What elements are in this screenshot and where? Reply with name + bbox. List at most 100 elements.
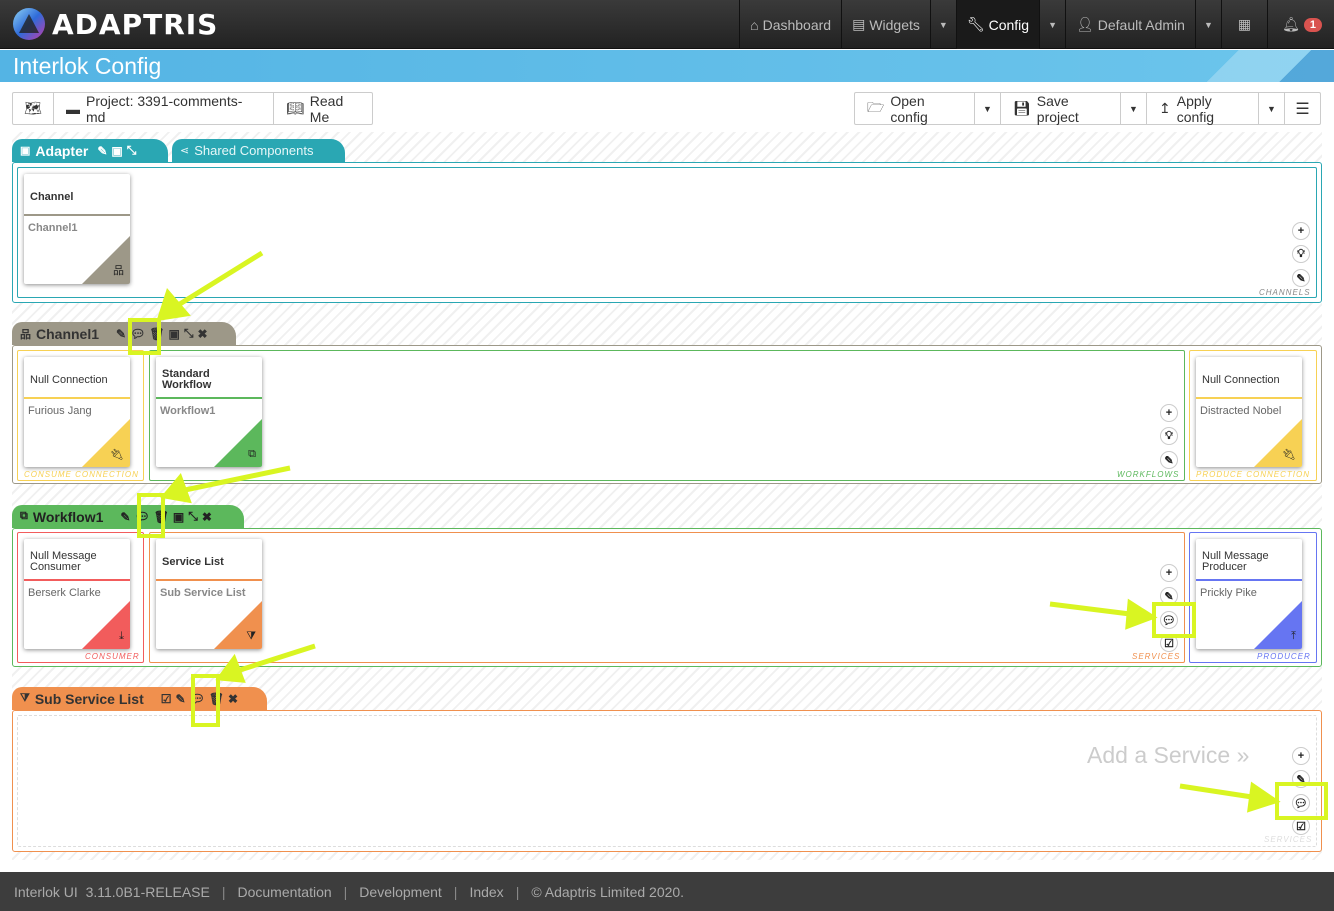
edit-icon[interactable]: ✎ xyxy=(116,327,126,341)
tab-adapter[interactable]: ▣ Adapter ✎ ▣ ⤡ xyxy=(12,139,168,162)
nav-dashboard-label: Dashboard xyxy=(762,16,832,33)
hint-workflow-button[interactable]: 💡︎ xyxy=(1160,427,1178,445)
sitemap-icon: 品 xyxy=(113,265,124,277)
adapter-panel xyxy=(12,162,1322,303)
add-service-button[interactable]: + xyxy=(1160,564,1178,582)
channels-zone xyxy=(17,167,1317,298)
footer-documentation-link[interactable]: Documentation xyxy=(237,884,331,900)
footer-development-link[interactable]: Development xyxy=(359,884,442,900)
close-icon[interactable]: ✖ xyxy=(202,510,212,524)
tab-shared-label: Shared Components xyxy=(194,143,314,158)
subservice-zone xyxy=(17,715,1317,847)
channel-card[interactable]: Channel Channel1 品 xyxy=(24,174,130,284)
nav-widgets[interactable]: ▤ Widgets xyxy=(841,0,930,49)
bell-icon: 🔔︎ xyxy=(1282,16,1300,32)
open-config-button[interactable]: 🗁︎ Open config xyxy=(854,92,975,125)
consume-zone-label: CONSUME CONNECTION xyxy=(24,470,139,479)
workflow-card[interactable]: Standard Workflow Workflow1 ⧉ xyxy=(156,357,262,467)
card-name: Sub Service List xyxy=(160,587,246,599)
consume-connection-card[interactable]: Null Connection Furious Jang 🔌︎ xyxy=(24,357,130,467)
highlight-box xyxy=(128,318,161,355)
plus-icon: + xyxy=(1165,407,1173,419)
add-channel-button[interactable]: + xyxy=(1292,222,1310,240)
image-icon[interactable]: ▣ xyxy=(173,510,184,524)
caret-down-icon: ▼ xyxy=(983,103,992,114)
save-project-dropdown[interactable]: ▼ xyxy=(1120,92,1147,125)
nav-widgets-dropdown[interactable]: ▼ xyxy=(929,0,956,49)
project-button[interactable]: ▬ Project: 3391-comments-md xyxy=(53,92,274,125)
add-workflow-button[interactable]: + xyxy=(1160,404,1178,422)
nav-dashboard[interactable]: ⌂ Dashboard xyxy=(739,0,841,49)
tab-sub-service-list[interactable]: ⧩ Sub Service List ☑ ✎ 💬︎ 🗑︎ ✖ xyxy=(12,687,267,710)
check-icon[interactable]: ☑ xyxy=(161,692,172,706)
highlight-box xyxy=(191,674,220,727)
nav-config[interactable]: 🔧︎ Config xyxy=(955,0,1040,49)
hint-channel-button[interactable]: 💡︎ xyxy=(1292,245,1310,263)
floppy-icon: 💾︎ xyxy=(1013,100,1031,116)
card-title: Null Message Producer xyxy=(1196,539,1302,581)
apply-config-dropdown[interactable]: ▼ xyxy=(1258,92,1285,125)
brand-logo[interactable]: ADAPTRIS xyxy=(12,6,218,42)
nav-user-dropdown[interactable]: ▼ xyxy=(1194,0,1221,49)
lightbulb-icon: 💡︎ xyxy=(1297,247,1305,260)
workflow-icon: ⧉ xyxy=(20,510,28,522)
caret-down-icon: ▼ xyxy=(1129,103,1138,114)
tab-adapter-label: Adapter xyxy=(35,142,89,159)
produce-connection-card[interactable]: Null Connection Distracted Nobel 🔌︎ xyxy=(1196,357,1302,467)
book-icon: 📖︎ xyxy=(286,100,304,116)
close-icon[interactable]: ✖ xyxy=(228,692,238,706)
compress-icon[interactable]: ⤡ xyxy=(184,326,194,341)
footer-separator: | xyxy=(515,883,520,900)
edit-channels-button[interactable]: ✎ xyxy=(1292,269,1310,287)
edit-icon[interactable]: ✎ xyxy=(176,692,186,706)
edit-workflows-button[interactable]: ✎ xyxy=(1160,451,1178,469)
map-button[interactable]: 🗺︎ xyxy=(12,92,54,125)
plug-icon: 🔌︎ xyxy=(110,449,124,461)
subservice-panel xyxy=(12,710,1322,852)
add-subservice-button[interactable]: + xyxy=(1292,747,1310,765)
nav-news[interactable]: ▦ xyxy=(1220,0,1267,49)
service-list-icon: ⧩ xyxy=(246,630,256,642)
image-icon[interactable]: ▣ xyxy=(111,144,122,158)
apply-config-button[interactable]: ↥ Apply config xyxy=(1146,92,1259,125)
open-config-dropdown[interactable]: ▼ xyxy=(974,92,1001,125)
producer-card[interactable]: Null Message Producer Prickly Pike ⤒ xyxy=(1196,539,1302,649)
card-title: Null Connection xyxy=(1196,357,1302,399)
footer-index-link[interactable]: Index xyxy=(469,884,503,900)
tab-shared-components[interactable]: ⋖ Shared Components xyxy=(172,139,345,162)
edit-icon: ✎ xyxy=(1164,454,1174,467)
card-name: Distracted Nobel xyxy=(1200,405,1282,417)
card-title: Channel xyxy=(24,174,130,216)
consumer-card[interactable]: Null Message Consumer Berserk Clarke ⤓ xyxy=(24,539,130,649)
archive-icon: ▬ xyxy=(66,100,80,117)
workflow-icon: ⧉ xyxy=(248,448,256,460)
readme-button[interactable]: 📖︎ Read Me xyxy=(273,92,373,125)
nav-notifications[interactable]: 🔔︎ 1 xyxy=(1267,0,1334,49)
save-project-button[interactable]: 💾︎ Save project xyxy=(1000,92,1121,125)
tab-workflow[interactable]: ⧉ Workflow1 ✎ 💬︎ 🗑︎ ▣ ⤡ ✖ xyxy=(12,505,244,528)
tab-channel[interactable]: 品 Channel1 ✎ 💬︎ 🗑︎ ▣ ⤡ ✖ xyxy=(12,322,236,345)
user-icon: 👤︎ xyxy=(1075,16,1094,32)
nav-user[interactable]: 👤︎ Default Admin xyxy=(1064,0,1195,49)
edit-icon[interactable]: ✎ xyxy=(120,510,130,524)
caret-down-icon: ▼ xyxy=(938,19,948,30)
compress-icon[interactable]: ⤡ xyxy=(188,509,198,524)
upload-icon: ⤒ xyxy=(1291,630,1296,642)
nav-config-dropdown[interactable]: ▼ xyxy=(1039,0,1065,49)
plus-icon: + xyxy=(1165,567,1173,579)
consumer-zone-label: CONSUMER xyxy=(85,652,140,661)
check-icon: ☑ xyxy=(1164,637,1174,650)
wrench-icon: 🔧︎ xyxy=(966,16,985,32)
caret-down-icon: ▼ xyxy=(1203,19,1213,30)
service-list-card[interactable]: Service List Sub Service List ⧩ xyxy=(156,539,262,649)
card-title: Null Connection xyxy=(24,357,130,399)
compress-icon[interactable]: ⤡ xyxy=(127,143,137,158)
add-service-hint[interactable]: Add a Service » xyxy=(1087,742,1249,769)
image-icon[interactable]: ▣ xyxy=(169,327,180,341)
close-icon[interactable]: ✖ xyxy=(198,327,208,341)
map-icon: 🗺︎ xyxy=(24,100,42,116)
subservice-zone-label: SERVICES xyxy=(1264,835,1313,844)
menu-button[interactable]: ☰ xyxy=(1284,92,1321,125)
footer: Interlok UI 3.11.0B1-RELEASE | Documenta… xyxy=(0,872,1334,911)
edit-icon[interactable]: ✎ xyxy=(97,144,107,158)
